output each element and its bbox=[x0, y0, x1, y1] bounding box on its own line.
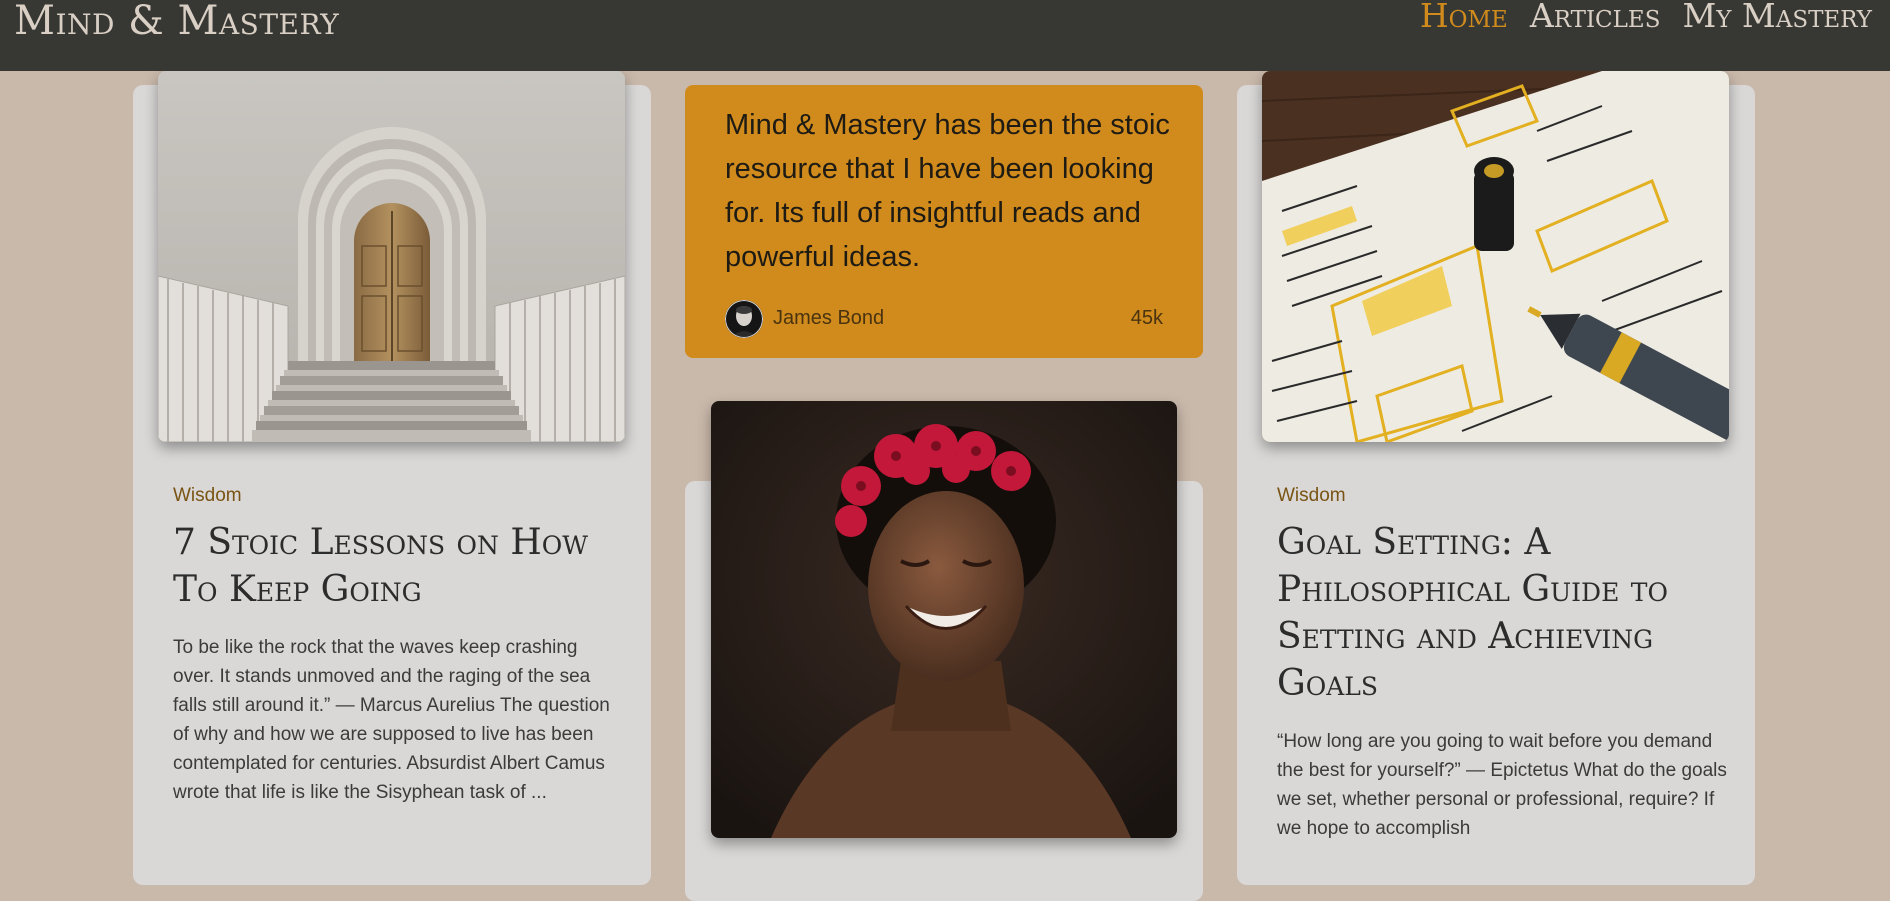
testimonial-card: Mind & Mastery has been the stoic resour… bbox=[685, 85, 1203, 358]
author-avatar bbox=[725, 300, 763, 338]
article-card-portrait[interactable] bbox=[685, 401, 1203, 901]
article-image-smiling-woman[interactable] bbox=[711, 401, 1177, 838]
article-card-stoic-lessons[interactable]: Wisdom 7 Stoic Lessons on How To Keep Go… bbox=[133, 71, 651, 885]
testimonial-quote: Mind & Mastery has been the stoic resour… bbox=[725, 109, 1170, 273]
top-navbar: Mind & Mastery Home Articles My Mastery bbox=[0, 0, 1890, 71]
nav-home[interactable]: Home bbox=[1420, 0, 1508, 35]
article-card-goal-setting[interactable]: Wisdom Goal Setting: A Philosophical Gui… bbox=[1237, 71, 1755, 885]
nav-articles[interactable]: Articles bbox=[1530, 0, 1661, 35]
article-excerpt: “How long are you going to wait before y… bbox=[1277, 731, 1727, 839]
article-title[interactable]: 7 Stoic Lessons on How To Keep Going bbox=[173, 519, 613, 613]
article-category[interactable]: Wisdom bbox=[1277, 485, 1346, 507]
article-image-arched-door[interactable] bbox=[158, 71, 625, 442]
nav-my-mastery[interactable]: My Mastery bbox=[1682, 0, 1872, 35]
article-category[interactable]: Wisdom bbox=[173, 485, 242, 507]
testimonial-count: 45k bbox=[1130, 307, 1163, 329]
brand-logo[interactable]: Mind & Mastery bbox=[14, 0, 339, 44]
article-image-notebook[interactable] bbox=[1262, 71, 1729, 442]
article-title[interactable]: Goal Setting: A Philosophical Guide to S… bbox=[1277, 519, 1717, 707]
testimonial-author[interactable]: James Bond bbox=[773, 307, 884, 330]
article-excerpt: To be like the rock that the waves keep … bbox=[173, 637, 610, 803]
main-nav: Home Articles My Mastery bbox=[1420, 0, 1872, 35]
